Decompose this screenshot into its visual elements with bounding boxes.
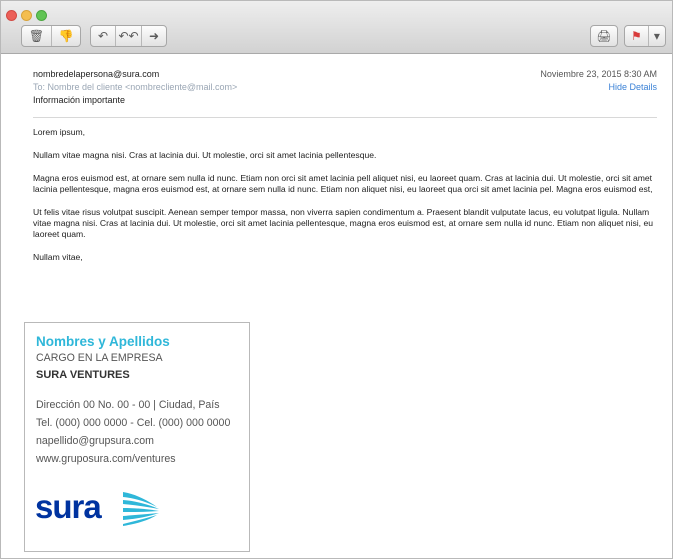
signature-phone: Tel. (000) 000 0000 - Cel. (000) 000 000… — [36, 417, 231, 429]
sender-address[interactable]: nombredelapersona@sura.com — [33, 69, 159, 79]
subject-line: Información importante — [33, 95, 126, 105]
logo-wordmark: sura — [35, 488, 102, 525]
body-paragraph: Ut felis vitae risus volutpat suscipit. … — [33, 207, 654, 239]
printer-icon[interactable]: 🖨 — [591, 26, 617, 46]
header-divider — [33, 117, 657, 118]
body-paragraph: Nullam vitae magna nisi. Cras at lacinia… — [33, 150, 377, 160]
title-bar: 🗑 👎 ↶ ↶↶ ➜ 🖨 ⚑ ▾ — [1, 1, 672, 54]
recipient-line[interactable]: To: Nombre del cliente <nombrecliente@ma… — [33, 82, 237, 92]
delete-junk-group: 🗑 👎 — [21, 25, 81, 47]
body-paragraph: Lorem ipsum, — [33, 127, 86, 137]
reply-group: ↶ ↶↶ ➜ — [90, 25, 167, 47]
body-paragraph: Nullam vitae, — [33, 252, 83, 262]
message-body: Lorem ipsum, Nullam vitae magna nisi. Cr… — [33, 127, 659, 275]
flag-group: ⚑ ▾ — [624, 25, 666, 47]
signature-email[interactable]: napellido@grupsura.com — [36, 435, 154, 447]
reply-icon[interactable]: ↶ — [91, 26, 115, 46]
junk-icon[interactable]: 👎 — [50, 26, 80, 46]
signature-title: CARGO EN LA EMPRESA — [36, 352, 163, 364]
close-window-button[interactable] — [6, 10, 17, 21]
reply-all-icon[interactable]: ↶↶ — [115, 26, 141, 46]
sura-logo: sura — [35, 486, 175, 536]
flag-icon[interactable]: ⚑ — [625, 26, 648, 46]
signature-company: SURA VENTURES — [36, 369, 130, 381]
email-signature: Nombres y Apellidos CARGO EN LA EMPRESA … — [24, 322, 250, 552]
signature-name: Nombres y Apellidos — [36, 334, 170, 349]
print-button: 🖨 — [590, 25, 618, 47]
forward-icon[interactable]: ➜ — [140, 26, 166, 46]
minimize-window-button[interactable] — [21, 10, 32, 21]
message-date: Noviembre 23, 2015 8:30 AM — [540, 69, 657, 79]
signature-website[interactable]: www.gruposura.com/ventures — [36, 453, 176, 465]
chevron-down-icon[interactable]: ▾ — [647, 26, 665, 46]
sura-wing-icon — [123, 492, 159, 526]
mail-window: 🗑 👎 ↶ ↶↶ ➜ 🖨 ⚑ ▾ nombredelapersona@sura.… — [0, 0, 673, 559]
message-header: nombredelapersona@sura.com To: Nombre de… — [33, 69, 657, 111]
hide-details-link[interactable]: Hide Details — [608, 82, 657, 92]
signature-address: Dirección 00 No. 00 - 00 | Ciudad, País — [36, 399, 220, 411]
zoom-window-button[interactable] — [36, 10, 47, 21]
body-paragraph: Magna eros euismod est, at ornare sem nu… — [33, 173, 653, 194]
trash-icon[interactable]: 🗑 — [22, 26, 51, 46]
